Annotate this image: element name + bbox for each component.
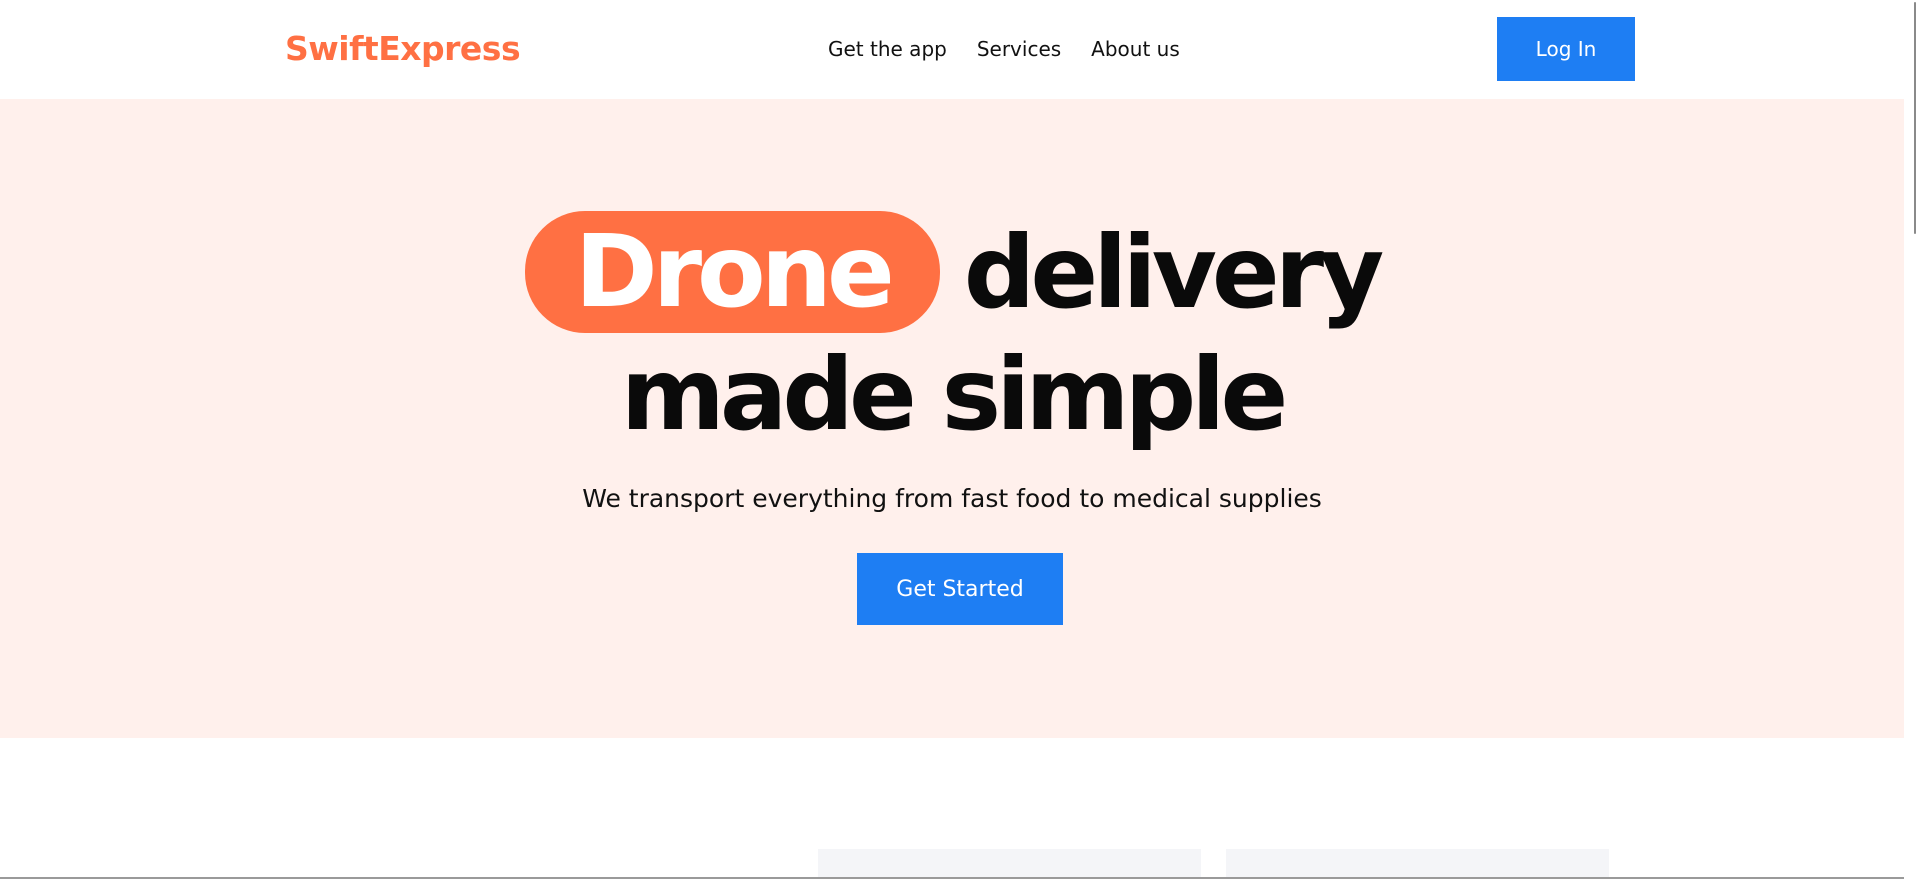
feature-card (818, 849, 1201, 879)
feature-card (1226, 849, 1609, 879)
page: SwiftExpress Get the app Services About … (0, 0, 1920, 879)
main-nav: Get the app Services About us (828, 36, 1180, 62)
hero-headline-line-1: Drone delivery (0, 211, 1904, 335)
hero-section: Drone delivery made simple We transport e… (0, 99, 1904, 738)
hero-subtitle: We transport everything from fast food t… (582, 484, 1322, 513)
nav-link-services[interactable]: Services (977, 36, 1061, 62)
vertical-scrollbar[interactable] (1904, 0, 1920, 879)
site-header: SwiftExpress Get the app Services About … (0, 0, 1904, 99)
get-started-button[interactable]: Get Started (857, 553, 1063, 625)
nav-link-about-us[interactable]: About us (1091, 36, 1180, 62)
login-button[interactable]: Log In (1497, 17, 1635, 81)
hero-headline-line-2: made simple (620, 336, 1289, 453)
headline-word-delivery: delivery (963, 214, 1384, 331)
brand-logo[interactable]: SwiftExpress (285, 29, 521, 69)
headline-highlight-pill: Drone (524, 211, 940, 333)
nav-link-get-the-app[interactable]: Get the app (828, 36, 947, 62)
scrollbar-thumb[interactable] (1914, 2, 1916, 234)
